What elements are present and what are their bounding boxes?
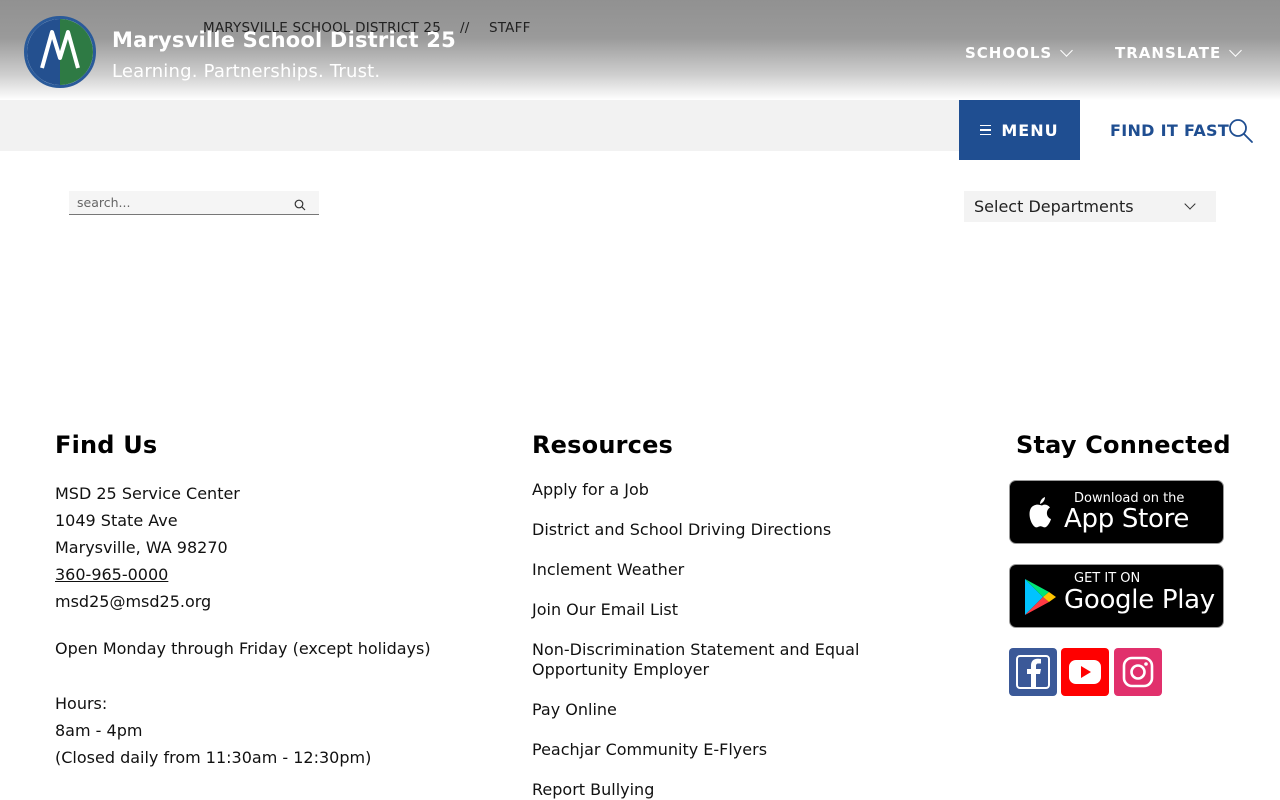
address-street: 1049 State Ave — [55, 511, 178, 530]
schools-label: SCHOOLS — [965, 44, 1053, 62]
hours-label: Hours: — [55, 694, 108, 713]
google-play-badge[interactable]: GET IT ON Google Play — [1009, 564, 1224, 628]
site-header: Marysville School District 25 Learning. … — [0, 0, 1280, 100]
hamburger-icon — [980, 124, 992, 136]
breadcrumb-home-link[interactable]: MARYSVILLE SCHOOL DISTRICT 25 — [203, 20, 441, 36]
stay-connected-heading: Stay Connected — [1016, 431, 1231, 459]
email-address: msd25@msd25.org — [55, 592, 212, 611]
youtube-icon[interactable] — [1061, 648, 1109, 696]
google-play-big: Google Play — [1064, 585, 1215, 615]
district-logo[interactable] — [24, 16, 96, 88]
instagram-icon[interactable] — [1114, 648, 1162, 696]
department-select[interactable]: Select Departments — [964, 191, 1216, 222]
department-select-value: Select Departments — [974, 197, 1134, 216]
phone-link[interactable]: 360-965-0000 — [55, 565, 168, 584]
closed-note: (Closed daily from 11:30am - 12:30pm) — [55, 748, 372, 767]
menu-button[interactable]: MENU — [959, 100, 1080, 160]
find-us-heading: Find Us — [55, 431, 158, 459]
find-it-fast-button[interactable]: FIND IT FAST — [1110, 121, 1229, 140]
facebook-icon[interactable] — [1009, 648, 1057, 696]
apple-icon — [1029, 497, 1051, 528]
resource-link[interactable]: Join Our Email List — [532, 600, 678, 620]
search-icon[interactable] — [294, 199, 306, 211]
schools-dropdown[interactable]: SCHOOLS — [965, 44, 1074, 62]
google-play-small: GET IT ON — [1074, 571, 1141, 586]
logo-m-icon — [40, 30, 80, 69]
site-tagline: Learning. Partnerships. Trust. — [112, 61, 381, 82]
resource-link[interactable]: Peachjar Community E-Flyers — [532, 740, 767, 760]
resource-link[interactable]: Pay Online — [532, 700, 617, 720]
resource-link[interactable]: Report Bullying — [532, 780, 654, 800]
address-name: MSD 25 Service Center — [55, 484, 240, 503]
address-city: Marysville, WA 98270 — [55, 538, 228, 557]
chevron-down-icon — [1060, 44, 1074, 57]
resource-link[interactable]: Non-Discrimination Statement and Equal O… — [532, 640, 942, 680]
resource-link[interactable]: Inclement Weather — [532, 560, 684, 580]
resource-link[interactable]: Apply for a Job — [532, 480, 649, 500]
menu-label: MENU — [1001, 120, 1059, 140]
breadcrumb — [0, 100, 959, 151]
resource-link[interactable]: District and School Driving Directions — [532, 520, 831, 540]
chevron-down-icon — [1184, 198, 1196, 210]
hours-value: 8am - 4pm — [55, 721, 143, 740]
resources-heading: Resources — [532, 431, 674, 459]
app-store-big: App Store — [1064, 504, 1190, 534]
search-input[interactable] — [69, 191, 279, 213]
google-play-icon — [1025, 579, 1056, 615]
search-icon[interactable] — [1228, 118, 1254, 144]
chevron-down-icon — [1229, 44, 1243, 57]
translate-dropdown[interactable]: TRANSLATE — [1115, 44, 1243, 62]
app-store-badge[interactable]: Download on the App Store — [1009, 480, 1224, 544]
open-days: Open Monday through Friday (except holid… — [55, 639, 431, 658]
breadcrumb-separator: // — [460, 20, 470, 36]
staff-search — [69, 191, 319, 215]
breadcrumb-current: STAFF — [489, 20, 531, 36]
translate-label: TRANSLATE — [1115, 44, 1222, 62]
